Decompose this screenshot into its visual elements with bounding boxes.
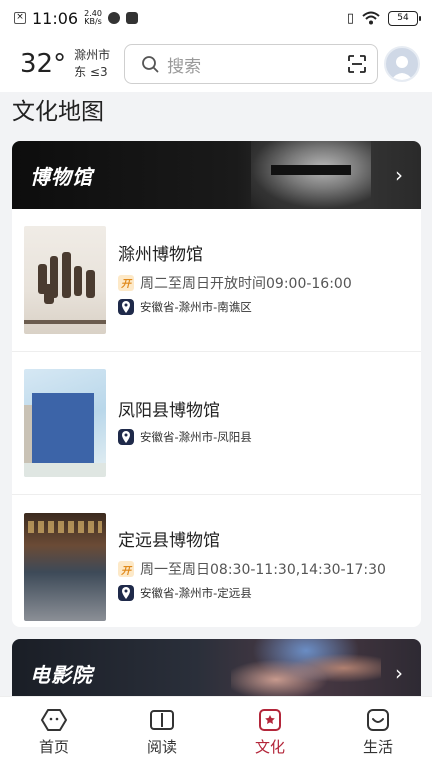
museum-name: 凤阳县博物馆 xyxy=(118,400,220,421)
museum-section: 博物馆 › 滁州博物馆 开 周二至周日开放时间09:00-16:00 安徽省-滁 xyxy=(12,141,421,627)
location-pin-icon xyxy=(118,298,134,315)
list-item[interactable]: 定远县博物馆 开 周一至周日08:30-11:30,14:30-17:30 安徽… xyxy=(12,495,421,627)
page-title: 文化地图 xyxy=(12,99,104,125)
wifi-icon xyxy=(362,11,380,25)
nav-culture[interactable]: 文化 xyxy=(216,697,324,768)
temperature: 32° xyxy=(20,49,67,79)
home-icon xyxy=(41,709,67,731)
museum-banner[interactable]: 博物馆 › xyxy=(12,141,421,209)
museum-address: 安徽省-滁州市-定远县 xyxy=(140,586,252,600)
museum-name: 滁州博物馆 xyxy=(118,244,203,265)
open-hours-icon: 开 xyxy=(118,274,134,291)
location-pin-icon xyxy=(118,428,134,445)
list-item[interactable]: 滁州博物馆 开 周二至周日开放时间09:00-16:00 安徽省-滁州市-南谯区 xyxy=(12,209,421,352)
nav-label: 阅读 xyxy=(146,738,177,756)
scan-icon[interactable] xyxy=(347,54,367,74)
close-notification-icon: × xyxy=(14,12,26,24)
cinema-image xyxy=(231,639,381,697)
nav-label: 首页 xyxy=(38,738,69,756)
vibrate-icon: ▯ xyxy=(346,10,354,26)
search-input[interactable]: 搜索 xyxy=(167,52,347,77)
bottom-nav: 首页 阅读 文化 生活 xyxy=(0,696,432,768)
museum-address: 安徽省-滁州市-凤阳县 xyxy=(140,429,252,444)
section-title: 电影院 xyxy=(30,662,93,687)
status-bar: × 11:06 2.40 KB/s ▯ 54 xyxy=(0,0,432,36)
opening-hours: 周一至周日08:30-11:30,14:30-17:30 xyxy=(140,562,386,578)
nav-label: 生活 xyxy=(362,738,393,756)
museum-thumbnail xyxy=(24,512,106,621)
chevron-right-icon: › xyxy=(395,163,403,187)
top-header: 32° 滁州市 东 ≤3 搜索 xyxy=(0,36,432,92)
culture-icon xyxy=(259,709,281,731)
location-city: 滁州市 xyxy=(74,48,111,62)
museum-thumbnail xyxy=(24,369,106,477)
network-speed: 2.40 KB/s xyxy=(84,9,102,26)
app-notification-icon-2 xyxy=(125,12,138,24)
chevron-right-icon: › xyxy=(395,661,403,685)
avatar[interactable] xyxy=(384,46,420,82)
museum-thumbnail xyxy=(24,226,106,334)
nav-read[interactable]: 阅读 xyxy=(108,697,216,768)
wind-level: 东 ≤3 xyxy=(74,65,108,79)
user-icon xyxy=(391,56,413,80)
app-notification-icon xyxy=(107,12,120,24)
open-hours-icon: 开 xyxy=(118,561,134,577)
nav-life[interactable]: 生活 xyxy=(324,697,432,768)
museum-address: 安徽省-滁州市-南谯区 xyxy=(140,299,252,314)
search-icon xyxy=(142,56,159,73)
status-time: 11:06 xyxy=(32,8,79,28)
museum-name: 定远县博物馆 xyxy=(118,531,220,551)
opening-hours: 周二至周日开放时间09:00-16:00 xyxy=(140,275,352,292)
location-pin-icon xyxy=(118,585,134,601)
section-title: 博物馆 xyxy=(30,164,93,189)
list-item[interactable]: 凤阳县博物馆 安徽省-滁州市-凤阳县 xyxy=(12,352,421,495)
book-icon xyxy=(150,710,174,730)
weather-location[interactable]: 滁州市 东 ≤3 xyxy=(74,47,120,81)
nav-label: 文化 xyxy=(254,738,285,756)
life-icon xyxy=(367,709,389,731)
battery-icon: 54 xyxy=(388,10,421,26)
statue-image xyxy=(251,141,371,209)
search-bar[interactable]: 搜索 xyxy=(124,44,379,84)
nav-home[interactable]: 首页 xyxy=(0,697,108,768)
